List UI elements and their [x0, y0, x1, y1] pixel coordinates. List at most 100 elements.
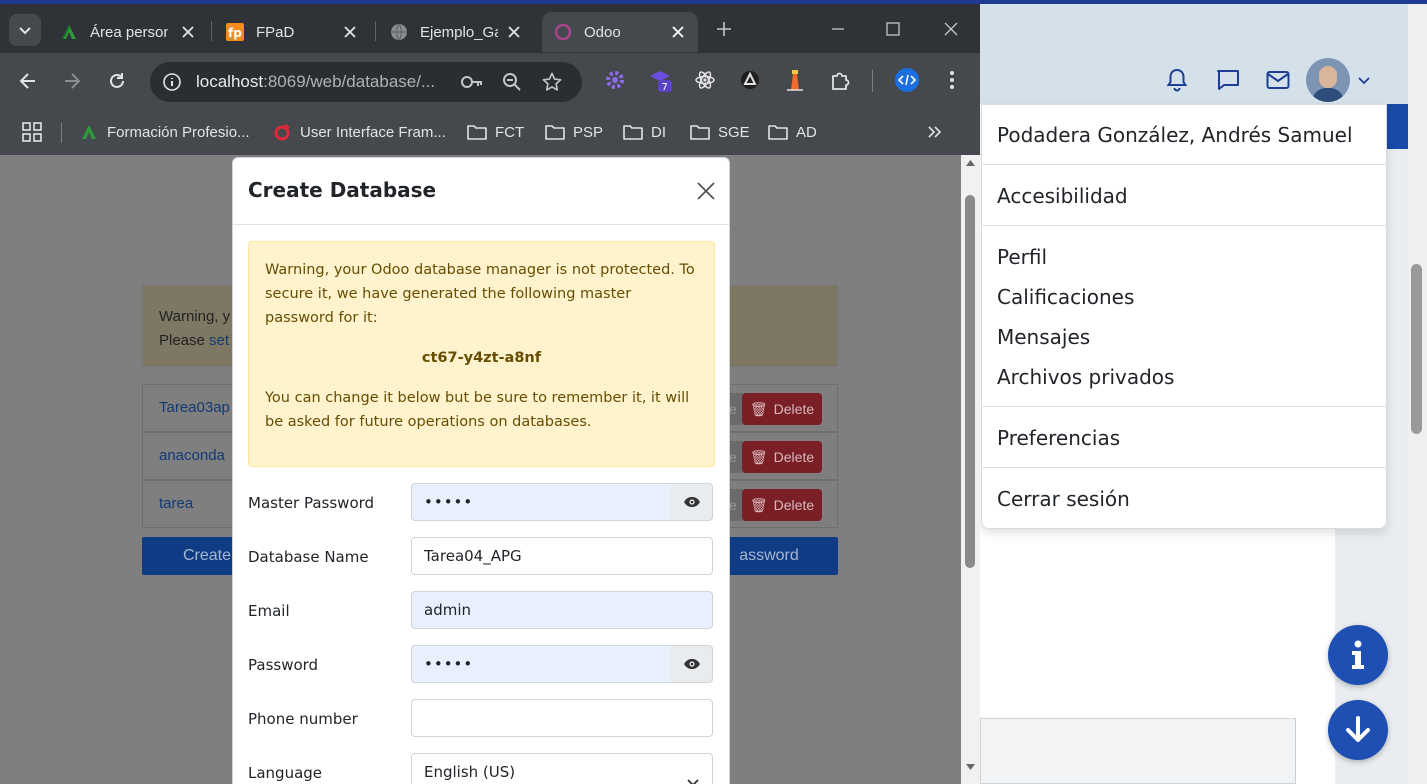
bookmark-folder-sge[interactable]: SGE [690, 121, 750, 143]
globe-icon [390, 23, 408, 41]
menu-item-accessibility[interactable]: Accesibilidad [997, 184, 1128, 208]
show-password-button[interactable] [671, 645, 713, 683]
avatar[interactable] [1306, 58, 1350, 102]
bookmark-folder-di[interactable]: DI [623, 121, 666, 143]
close-icon[interactable] [180, 24, 196, 40]
key-icon[interactable] [460, 72, 484, 97]
bell-icon[interactable] [1161, 64, 1193, 96]
content-scrollbar[interactable] [961, 155, 980, 784]
fpad-icon: fp [226, 23, 244, 41]
bookmark-folder-ad[interactable]: AD [768, 121, 817, 143]
close-window-button[interactable] [939, 17, 963, 41]
trash-icon: 🗑 [749, 448, 768, 465]
modal-header: Create Database [233, 158, 729, 225]
menu-divider [982, 467, 1386, 468]
delete-button[interactable]: 🗑 Delete [742, 393, 822, 425]
master-password-input[interactable]: ••••• [411, 483, 672, 521]
bookmarks-bar: Formación Profesio... User Interface Fra… [0, 109, 980, 155]
content-scrollbar-thumb[interactable] [965, 195, 975, 568]
arrow-left-icon [19, 73, 35, 89]
close-icon[interactable] [342, 24, 358, 40]
bookmark-formacion[interactable]: Formación Profesio... [79, 121, 250, 143]
set-password-link[interactable]: set [209, 332, 229, 349]
user-dropdown-menu: Podadera González, Andrés Samuel Accesib… [981, 104, 1387, 529]
menu-item-preferences[interactable]: Preferencias [997, 426, 1120, 450]
tab-fpad[interactable]: fp FPaD [226, 12, 358, 52]
menu-item-grades[interactable]: Calificaciones [997, 285, 1134, 309]
tab-label: Odoo [584, 23, 621, 41]
trash-icon: 🗑 [749, 496, 768, 513]
apps-grid-icon[interactable] [22, 121, 42, 143]
eye-icon [683, 659, 700, 669]
chat-icon[interactable] [1212, 64, 1244, 96]
browser-toolbar: localhost:8069/web/database/... 7 [0, 53, 980, 109]
menu-item-messages[interactable]: Mensajes [997, 325, 1090, 349]
puzzle-icon[interactable] [829, 68, 853, 92]
new-tab-button[interactable] [712, 17, 736, 41]
folder-icon [545, 123, 565, 141]
chevron-down-icon [686, 766, 700, 784]
bookmark-folder-fct[interactable]: FCT [467, 121, 524, 143]
site-info-icon[interactable] [162, 72, 182, 97]
mail-icon[interactable] [1262, 64, 1294, 96]
folder-icon [768, 123, 788, 141]
tab-label: Ejemplo_Ga [420, 23, 498, 41]
maximize-button[interactable] [881, 17, 905, 41]
reload-button[interactable] [105, 69, 129, 93]
tab-label: Área personal [90, 23, 168, 41]
alert-text: Warning, your Odoo database manager is n… [265, 262, 695, 326]
chevron-down-icon[interactable] [1356, 72, 1372, 88]
bookmark-user-interface[interactable]: User Interface Fram... [272, 121, 446, 143]
url-text[interactable]: localhost:8069/web/database/... [196, 72, 435, 92]
database-name-input[interactable]: Tarea04_APG [411, 537, 713, 575]
database-link[interactable]: tarea [159, 495, 193, 512]
email-input[interactable]: admin [411, 591, 713, 629]
page-scrollbar-thumb[interactable] [1411, 264, 1422, 434]
folder-icon [623, 123, 643, 141]
menu-item-logout[interactable]: Cerrar sesión [997, 487, 1130, 511]
more-bookmarks-icon[interactable] [926, 121, 942, 143]
delete-button[interactable]: 🗑 Delete [742, 489, 822, 521]
triangle-extension-icon[interactable] [738, 68, 762, 92]
zoom-icon[interactable] [502, 72, 522, 97]
scroll-up-icon[interactable] [965, 159, 976, 167]
tab-strip: Área personal fp FPaD Ejemplo_Ga Odoo [0, 4, 980, 53]
master-password-alert: Warning, your Odoo database manager is n… [248, 241, 715, 467]
atom-extension-icon[interactable] [693, 68, 717, 92]
trash-icon: 🗑 [749, 400, 768, 417]
menu-item-private-files[interactable]: Archivos privados [997, 365, 1174, 389]
page-content: Warning, y Please set Tarea03ap e 🗑 Delet… [0, 155, 980, 784]
lighthouse-extension-icon[interactable] [783, 68, 807, 92]
password-input[interactable]: ••••• [411, 645, 672, 683]
scroll-down-button[interactable] [1328, 700, 1388, 760]
tab-search-button[interactable] [9, 14, 41, 46]
language-select[interactable]: English (US) [411, 753, 713, 784]
tab-ejemplo[interactable]: Ejemplo_Ga [390, 12, 522, 52]
graduation-extension-icon[interactable]: 7 [648, 68, 672, 92]
minimize-button[interactable] [826, 17, 850, 41]
menu-dots-icon[interactable] [940, 68, 964, 92]
database-link[interactable]: anaconda [159, 447, 225, 464]
star-icon[interactable] [542, 72, 562, 97]
address-bar[interactable]: localhost:8069/web/database/... [150, 62, 582, 102]
close-icon[interactable] [670, 24, 686, 40]
forward-button[interactable] [60, 69, 84, 93]
green-a-icon [79, 123, 99, 141]
database-link[interactable]: Tarea03ap [159, 399, 230, 416]
close-icon[interactable] [506, 24, 522, 40]
tab-area-personal[interactable]: Área personal [60, 12, 196, 52]
phone-input[interactable] [411, 699, 713, 737]
chevron-down-icon [19, 27, 31, 35]
odoo-icon [554, 23, 572, 41]
close-icon[interactable] [695, 180, 717, 202]
info-button[interactable] [1328, 625, 1388, 685]
show-master-password-button[interactable] [671, 483, 713, 521]
tab-odoo[interactable]: Odoo [542, 12, 698, 52]
gear-extension-icon[interactable] [603, 68, 627, 92]
scroll-down-icon[interactable] [965, 763, 976, 771]
bookmark-folder-psp[interactable]: PSP [545, 121, 603, 143]
menu-item-profile[interactable]: Perfil [997, 245, 1047, 269]
delete-button[interactable]: 🗑 Delete [742, 441, 822, 473]
code-extension-icon[interactable] [895, 68, 919, 92]
back-button[interactable] [16, 69, 40, 93]
